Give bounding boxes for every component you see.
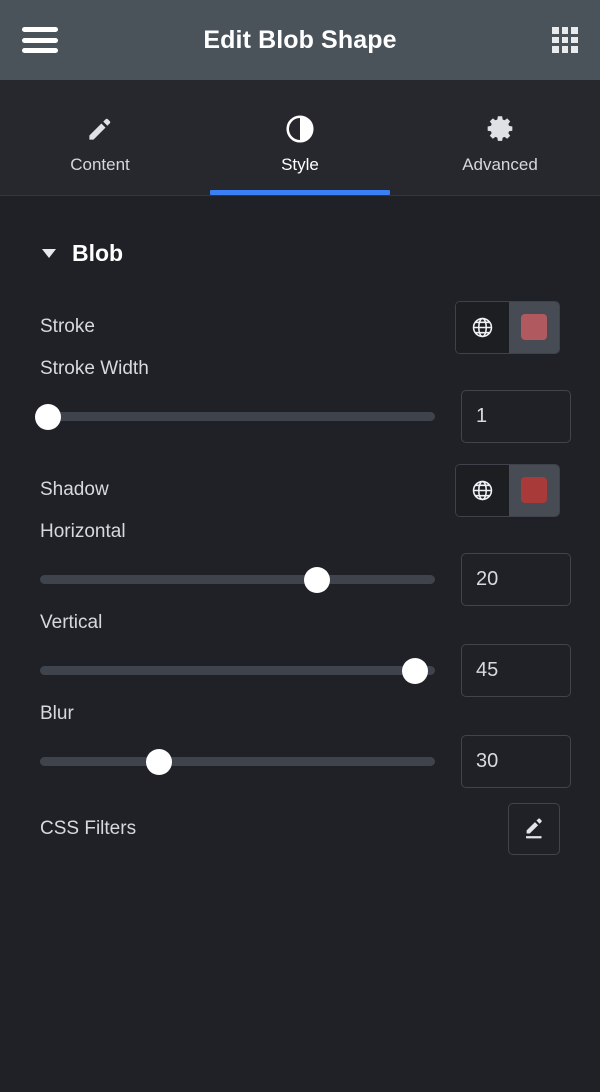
shadow-color-swatch[interactable] — [521, 477, 547, 503]
hamburger-menu-icon[interactable] — [22, 27, 58, 53]
control-blur: Blur — [40, 703, 571, 794]
shadow-color-control[interactable] — [455, 463, 560, 517]
control-shadow: Shadow — [40, 459, 560, 521]
shadow-swatch-cell[interactable] — [509, 464, 559, 516]
tab-content-label: Content — [70, 154, 130, 174]
vertical-input[interactable] — [461, 644, 571, 697]
gear-icon — [485, 109, 515, 149]
tab-content[interactable]: Content — [0, 80, 200, 195]
slider-track[interactable] — [40, 566, 435, 593]
pencil-icon — [85, 109, 115, 149]
slider-handle[interactable] — [303, 566, 330, 593]
tab-advanced[interactable]: Advanced — [400, 80, 600, 195]
slider-handle[interactable] — [402, 657, 429, 684]
style-panel: Blob Stroke Stroke Width 1 Shadow Horizo… — [0, 210, 600, 864]
vertical-slider[interactable] — [40, 651, 435, 691]
css-filters-edit-button[interactable] — [508, 803, 560, 855]
blur-label: Blur — [40, 703, 74, 724]
hamburger-bar — [22, 37, 58, 43]
slider-handle[interactable] — [145, 748, 172, 775]
slider-track[interactable] — [40, 748, 435, 775]
tab-bar: Content Style Advanced — [0, 80, 600, 196]
stroke-label: Stroke — [40, 316, 95, 337]
css-filters-label: CSS Filters — [40, 818, 137, 839]
control-stroke: Stroke — [40, 296, 560, 358]
stroke-width-slider[interactable] — [34, 397, 435, 437]
titlebar: Edit Blob Shape — [0, 0, 600, 80]
page-title: Edit Blob Shape — [203, 25, 397, 54]
active-tab-indicator — [210, 190, 390, 195]
tab-style-label: Style — [281, 154, 319, 174]
blur-input[interactable] — [461, 735, 571, 788]
stroke-swatch-cell[interactable] — [509, 301, 559, 353]
shadow-label: Shadow — [40, 479, 109, 500]
control-css-filters: CSS Filters — [40, 794, 560, 864]
control-vertical: Vertical — [40, 612, 571, 703]
tab-style[interactable]: Style — [200, 80, 400, 195]
slider-track[interactable] — [34, 403, 435, 430]
section-blob-title: Blob — [72, 239, 124, 266]
control-horizontal: Horizontal — [40, 521, 571, 612]
vertical-label: Vertical — [40, 612, 103, 633]
slider-handle[interactable] — [34, 403, 61, 430]
horizontal-label: Horizontal — [40, 521, 126, 542]
caret-down-icon — [40, 244, 58, 262]
horizontal-input[interactable] — [461, 553, 571, 606]
hamburger-bar — [22, 48, 58, 53]
section-blob-header[interactable]: Blob — [40, 210, 560, 296]
stroke-color-control[interactable] — [455, 300, 560, 354]
contrast-icon — [284, 109, 316, 149]
globe-icon[interactable] — [456, 301, 509, 353]
tab-advanced-label: Advanced — [462, 154, 538, 174]
blur-slider[interactable] — [40, 742, 435, 782]
stroke-color-swatch[interactable] — [521, 314, 547, 340]
control-stroke-width: Stroke Width — [34, 358, 571, 449]
stroke-width-input[interactable] — [461, 390, 571, 443]
hamburger-bar — [22, 27, 58, 32]
horizontal-slider[interactable] — [40, 560, 435, 600]
stroke-width-label: Stroke Width — [40, 358, 149, 379]
globe-icon[interactable] — [456, 464, 509, 516]
grid-apps-icon[interactable] — [552, 27, 578, 53]
slider-track[interactable] — [40, 657, 435, 684]
